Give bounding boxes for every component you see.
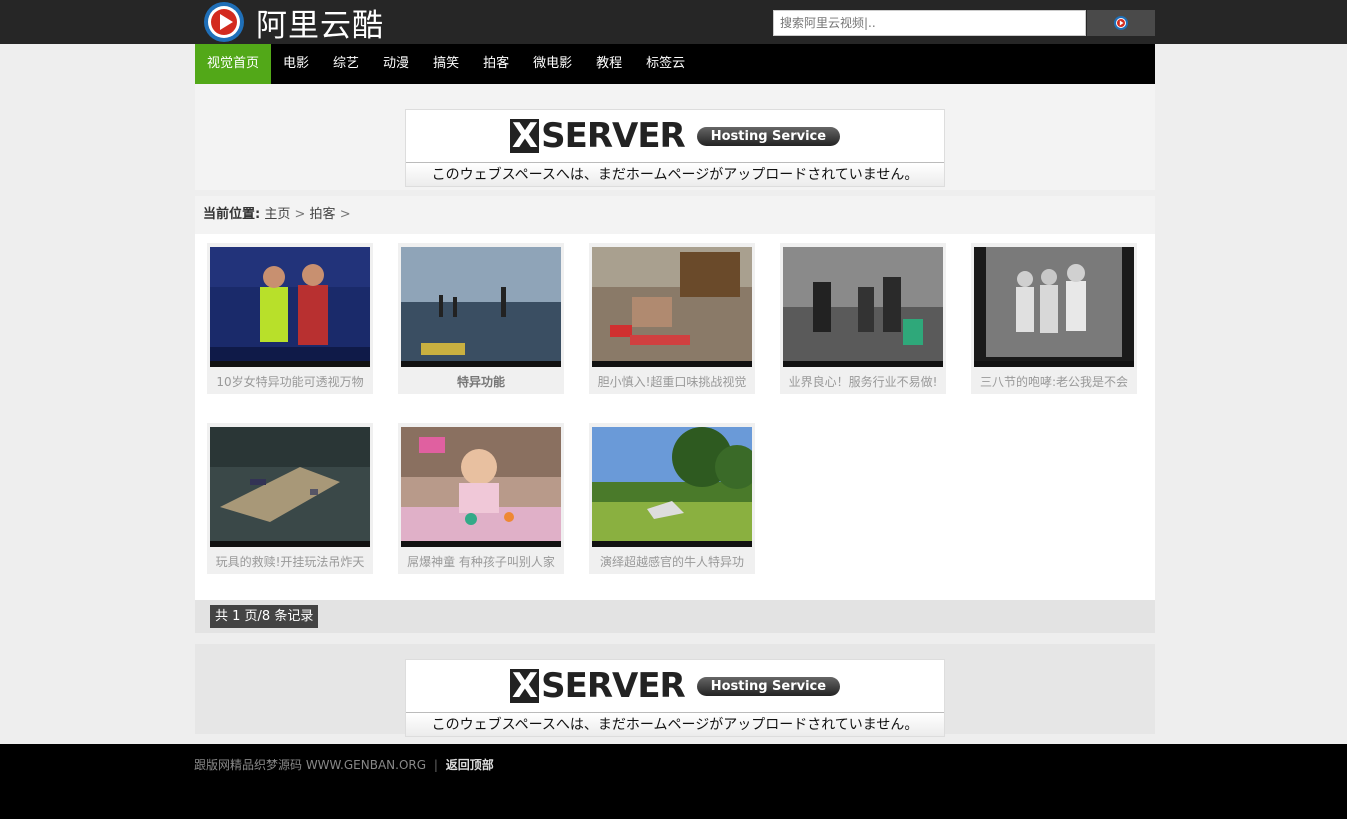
video-title[interactable]: 10岁女特异功能可透视万物 — [207, 371, 373, 393]
video-card[interactable]: 演绎超越感官的牛人特异功 — [589, 423, 755, 574]
video-thumbnail-image — [592, 247, 752, 367]
ad-banner[interactable]: X SERVER Hosting Service このウェブスペースへは、まだホー… — [405, 659, 945, 737]
video-title[interactable]: 胆小慎入!超重口味挑战视觉 — [589, 371, 755, 393]
video-thumbnail[interactable] — [210, 427, 370, 547]
main-nav: 视觉首页 电影 综艺 动漫 搞笑 拍客 微电影 教程 标签云 — [195, 44, 1155, 84]
page-footer: 跟版网精品织梦源码 WWW.GENBAN.ORG | 返回顶部 — [0, 744, 1347, 819]
breadcrumb: 当前位置: 主页 > 拍客 > — [195, 196, 1155, 234]
nav-item-variety[interactable]: 综艺 — [321, 44, 371, 84]
video-title[interactable]: 演绎超越感官的牛人特异功 — [589, 551, 755, 573]
video-thumbnail[interactable] — [401, 247, 561, 367]
nav-item-paike[interactable]: 拍客 — [471, 44, 521, 84]
footer-copyright[interactable]: 跟版网精品织梦源码 WWW.GENBAN.ORG — [194, 758, 426, 772]
site-name: 阿里云酷 — [256, 7, 384, 44]
nav-item-anime[interactable]: 动漫 — [371, 44, 421, 84]
ad-tag: Hosting Service — [696, 126, 841, 146]
top-ad-area: X SERVER Hosting Service このウェブスペースへは、まだホー… — [195, 84, 1155, 190]
search-input[interactable] — [773, 10, 1086, 36]
pagination-summary: 共 1 页/8 条记录 — [210, 605, 319, 628]
video-card[interactable]: 三八节的咆哮:老公我是不会 — [971, 243, 1137, 394]
video-card[interactable]: 玩具的救赎!开挂玩法吊炸天 — [207, 423, 373, 574]
video-thumbnail-image — [592, 427, 752, 547]
video-thumbnail[interactable] — [592, 247, 752, 367]
video-thumbnail-image — [401, 427, 561, 547]
video-thumbnail[interactable] — [592, 427, 752, 547]
site-logo[interactable]: 阿里云酷 — [202, 0, 384, 44]
ad-message: このウェブスペースへは、まだホームページがアップロードされていません。 — [406, 162, 944, 186]
video-thumbnail-image — [210, 247, 370, 367]
video-thumbnail-image — [974, 247, 1134, 367]
video-card[interactable]: 屌爆神童 有种孩子叫别人家 — [398, 423, 564, 574]
top-header: 阿里云酷 — [0, 0, 1347, 44]
ad-brand-logo: X SERVER — [509, 666, 686, 706]
video-title[interactable]: 业界良心！服务行业不易做! — [780, 371, 946, 393]
video-thumbnail[interactable] — [974, 247, 1134, 367]
play-logo-icon — [204, 2, 244, 42]
breadcrumb-separator: > — [294, 207, 306, 222]
ad-message: このウェブスペースへは、まだホームページがアップロードされていません。 — [406, 712, 944, 736]
breadcrumb-separator: > — [339, 207, 351, 222]
search-play-icon — [1114, 16, 1128, 30]
breadcrumb-home[interactable]: 主页 — [264, 207, 290, 222]
breadcrumb-label: 当前位置: — [203, 207, 261, 222]
back-to-top-link[interactable]: 返回顶部 — [446, 758, 494, 772]
video-card[interactable]: 业界良心！服务行业不易做! — [780, 243, 946, 394]
video-grid: 10岁女特异功能可透视万物 特异功能 胆小慎入!超重口味挑战视觉 业界良心！服务… — [195, 234, 1155, 600]
video-thumbnail[interactable] — [401, 427, 561, 547]
video-card[interactable]: 胆小慎入!超重口味挑战视觉 — [589, 243, 755, 394]
video-card[interactable]: 特异功能 — [398, 243, 564, 394]
nav-item-funny[interactable]: 搞笑 — [421, 44, 471, 84]
footer-content: 跟版网精品织梦源码 WWW.GENBAN.ORG | 返回顶部 — [194, 756, 494, 773]
bottom-ad-area: X SERVER Hosting Service このウェブスペースへは、まだホー… — [195, 644, 1155, 737]
ad-brand-logo: X SERVER — [509, 116, 686, 156]
video-title[interactable]: 三八节的咆哮:老公我是不会 — [971, 371, 1137, 393]
video-title[interactable]: 玩具的救赎!开挂玩法吊炸天 — [207, 551, 373, 573]
video-title[interactable]: 屌爆神童 有种孩子叫别人家 — [398, 551, 564, 573]
breadcrumb-paike[interactable]: 拍客 — [310, 207, 336, 222]
nav-item-micro-film[interactable]: 微电影 — [521, 44, 584, 84]
nav-item-tag-cloud[interactable]: 标签云 — [634, 44, 697, 84]
search-button[interactable] — [1087, 10, 1155, 36]
ad-tag: Hosting Service — [696, 676, 841, 696]
nav-item-tutorial[interactable]: 教程 — [584, 44, 634, 84]
video-thumbnail[interactable] — [783, 247, 943, 367]
video-title[interactable]: 特异功能 — [398, 371, 564, 393]
video-card[interactable]: 10岁女特异功能可透视万物 — [207, 243, 373, 394]
nav-item-movie[interactable]: 电影 — [271, 44, 321, 84]
footer-separator: | — [433, 758, 438, 772]
nav-item-home[interactable]: 视觉首页 — [195, 44, 272, 84]
video-thumbnail-image — [210, 427, 370, 547]
ad-banner[interactable]: X SERVER Hosting Service このウェブスペースへは、まだホー… — [405, 109, 945, 187]
video-thumbnail-image — [401, 247, 561, 367]
pagination-bar: 共 1 页/8 条记录 — [195, 600, 1155, 633]
video-thumbnail[interactable] — [210, 247, 370, 367]
video-thumbnail-image — [783, 247, 943, 367]
